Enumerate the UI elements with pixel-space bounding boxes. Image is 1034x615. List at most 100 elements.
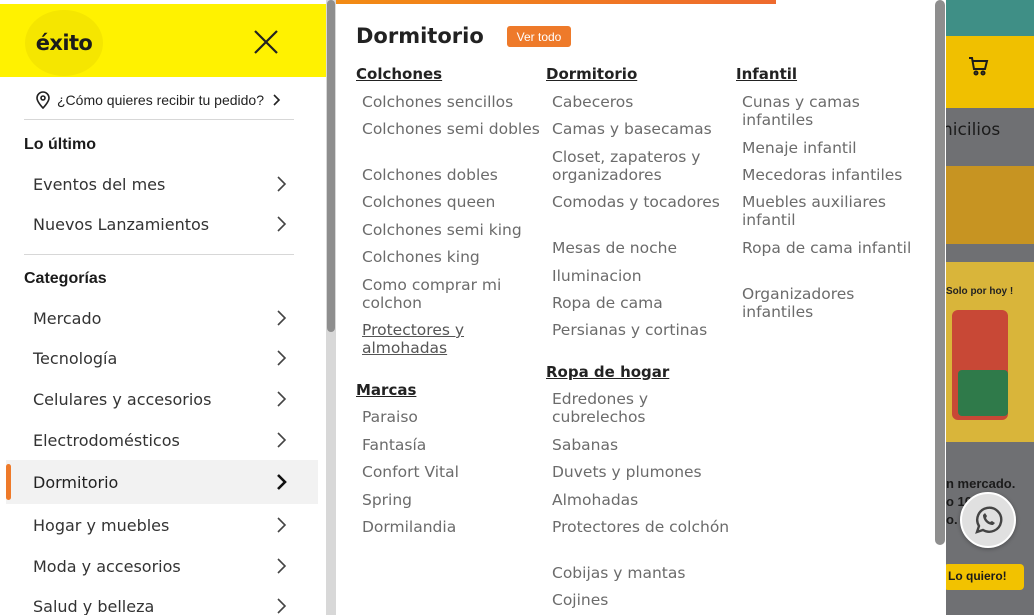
background-topbar (946, 0, 1034, 36)
column-heading-infantil[interactable]: Infantil (736, 65, 797, 83)
chevron-right-icon (277, 432, 287, 448)
mega-link[interactable]: Comodas y tocadores (552, 193, 732, 211)
sidebar-item-label: Salud y belleza (33, 596, 155, 615)
mega-link[interactable]: Paraiso (362, 408, 542, 426)
cart-icon (966, 54, 996, 80)
mega-link-hovered[interactable]: Protectores y almohadas (362, 321, 542, 357)
mega-link[interactable]: Como comprar mi colchon (362, 276, 542, 312)
mega-link[interactable]: Persianas y cortinas (552, 321, 732, 339)
column-heading-marcas[interactable]: Marcas (356, 381, 416, 399)
sidebar-item-tecnologia[interactable]: Tecnología (6, 336, 318, 380)
background-banner (946, 166, 1034, 244)
mega-link[interactable]: Cunas y camas infantiles (742, 93, 922, 129)
mega-link[interactable]: Mesas de noche (552, 239, 732, 257)
sidebar-item-moda[interactable]: Moda y accesorios (6, 544, 318, 588)
delivery-label: ¿Cómo quieres recibir tu pedido? (57, 91, 264, 108)
sidebar-item-dormitorio[interactable]: Dormitorio (6, 460, 318, 504)
promo-cta-button: Lo quiero! (946, 564, 1024, 590)
mega-link[interactable]: Camas y basecamas (552, 120, 732, 138)
background-promo: Solo por hoy ! (946, 262, 1034, 442)
mega-link[interactable]: Dormilandia (362, 518, 542, 536)
logo-text: éxito (35, 31, 93, 55)
delivery-selector[interactable]: ¿Cómo quieres recibir tu pedido? (24, 80, 294, 120)
sidebar-item-mercado[interactable]: Mercado (6, 296, 318, 340)
sidebar-item-label: Moda y accesorios (33, 556, 181, 576)
side-menu-scrollbar[interactable] (326, 0, 336, 615)
background-domicilios-text: nicilios (946, 120, 1001, 140)
active-indicator (6, 464, 11, 500)
mega-link[interactable]: Almohadas (552, 491, 732, 509)
mega-link[interactable]: Menaje infantil (742, 139, 922, 157)
column-heading-ropa-de-hogar[interactable]: Ropa de hogar (546, 363, 669, 381)
background-text: o. (946, 512, 958, 527)
mega-link[interactable]: Cobijas y mantas (552, 564, 732, 582)
mega-menu: Dormitorio Ver todo Colchones Colchones … (336, 4, 946, 615)
scrollbar-thumb[interactable] (935, 0, 945, 545)
mega-link[interactable]: Cabeceros (552, 93, 732, 111)
promo-tag: Solo por hoy ! (946, 286, 1014, 297)
mega-link[interactable]: Colchones dobles (362, 166, 542, 184)
mega-link[interactable]: Colchones queen (362, 193, 542, 211)
side-menu-header: éxito (0, 4, 326, 77)
mega-link[interactable]: Colchones semi king (362, 221, 542, 239)
sidebar-item-label: Dormitorio (33, 472, 119, 492)
mega-menu-scrollbar[interactable] (935, 0, 946, 615)
mega-link[interactable]: Edredones y cubrelechos (552, 390, 732, 426)
location-pin-icon (36, 90, 50, 109)
sidebar-item-label: Electrodomésticos (33, 430, 180, 450)
close-icon (254, 30, 278, 54)
sidebar-item-label: Tecnología (33, 348, 118, 368)
mega-link[interactable]: Duvets y plumones (552, 463, 732, 481)
mega-link[interactable]: Cojines (552, 591, 732, 609)
sidebar-item-label: Nuevos Lanzamientos (33, 214, 210, 234)
sidebar-item-label: Mercado (33, 308, 102, 328)
background-text: n mercado. (946, 476, 1016, 491)
ver-todo-button[interactable]: Ver todo (507, 26, 571, 47)
chevron-right-icon (277, 310, 287, 326)
mega-link[interactable]: Closet, zapateros y organizadores (552, 148, 732, 184)
sidebar-item-electrodomesticos[interactable]: Electrodomésticos (6, 418, 318, 462)
chevron-right-icon (277, 176, 287, 192)
mega-link[interactable]: Protectores de colchón (552, 518, 732, 536)
sidebar-item-celulares[interactable]: Celulares y accesorios (6, 377, 318, 421)
mega-link[interactable]: Colchones semi dobles (362, 120, 542, 138)
mega-link[interactable]: Ropa de cama (552, 294, 732, 312)
chevron-right-icon (277, 517, 287, 533)
mega-link[interactable]: Organizadores infantiles (742, 285, 922, 321)
close-button[interactable] (250, 26, 282, 58)
mega-link[interactable]: Fantasía (362, 436, 542, 454)
chevron-right-icon (277, 216, 287, 232)
section-title-categories: Categorías (24, 270, 107, 287)
mega-link[interactable]: Iluminacion (552, 267, 732, 285)
column-heading-dormitorio[interactable]: Dormitorio (546, 65, 637, 83)
mega-link[interactable]: Ropa de cama infantil (742, 239, 922, 257)
sidebar-item-salud-y-belleza[interactable]: Salud y belleza (6, 584, 318, 615)
chevron-right-icon (277, 558, 287, 574)
sidebar-item-eventos-del-mes[interactable]: Eventos del mes (6, 162, 318, 206)
chevron-right-icon (277, 474, 287, 490)
sidebar-item-label: Hogar y muebles (33, 515, 170, 535)
mega-link[interactable]: Confort Vital (362, 463, 542, 481)
exito-logo[interactable]: éxito (25, 10, 103, 76)
mega-link[interactable]: Sabanas (552, 436, 732, 454)
mega-link[interactable]: Muebles auxiliares infantil (742, 193, 922, 229)
section-title-latest: Lo último (24, 136, 96, 153)
sidebar-item-label: Celulares y accesorios (33, 389, 212, 409)
scrollbar-thumb[interactable] (327, 0, 335, 332)
column-heading-colchones[interactable]: Colchones (356, 65, 442, 83)
sidebar-item-hogar-y-muebles[interactable]: Hogar y muebles (6, 503, 318, 547)
mega-link[interactable]: Spring (362, 491, 542, 509)
side-menu: éxito ¿Cómo quieres recibir tu pedido? L… (0, 0, 326, 615)
promo-product-image (958, 370, 1008, 416)
sidebar-item-nuevos-lanzamientos[interactable]: Nuevos Lanzamientos (6, 202, 318, 246)
mega-link[interactable]: Colchones sencillos (362, 93, 542, 111)
chevron-right-icon (277, 350, 287, 366)
mega-link[interactable]: Colchones king (362, 248, 542, 266)
mega-menu-title: Dormitorio (356, 24, 484, 48)
whatsapp-icon (975, 506, 1003, 534)
mega-link[interactable]: Mecedoras infantiles (742, 166, 922, 184)
divider (24, 254, 294, 255)
chevron-right-icon (277, 598, 287, 614)
whatsapp-button[interactable] (960, 492, 1016, 548)
chevron-right-icon (277, 391, 287, 407)
